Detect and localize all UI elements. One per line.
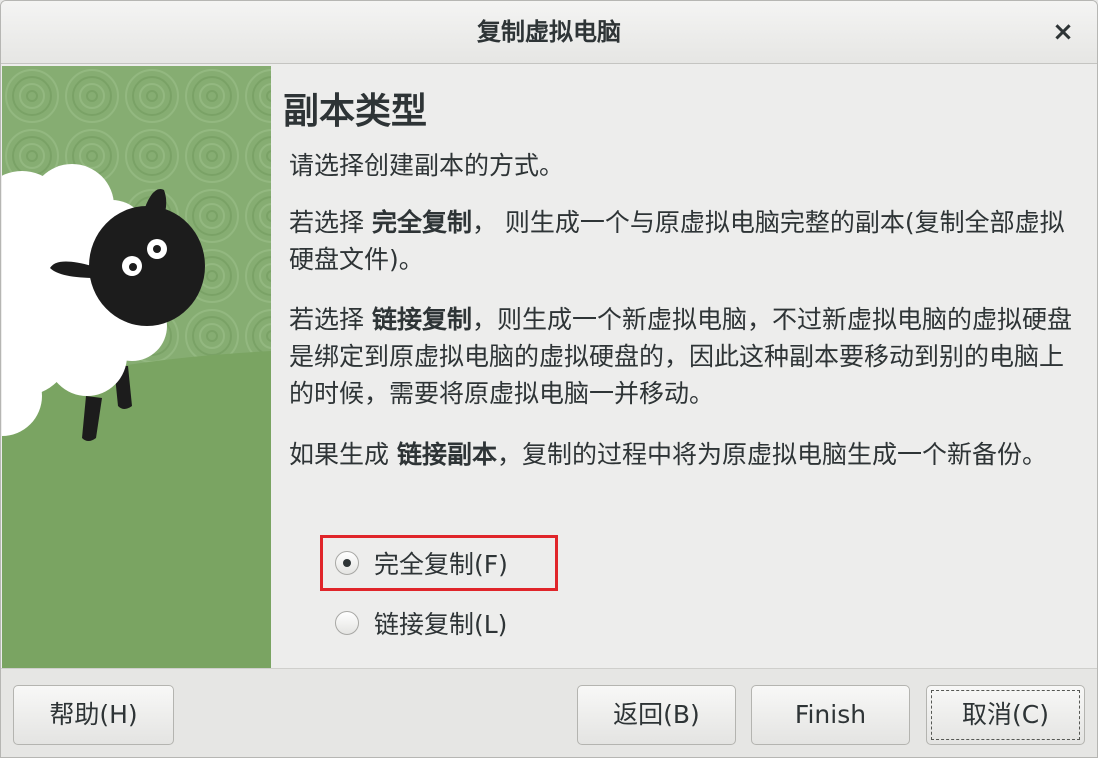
finish-button[interactable]: Finish bbox=[751, 685, 910, 745]
radio-checked-icon[interactable] bbox=[335, 551, 359, 575]
linked-clone-description: 若选择 链接复制，则生成一个新虚拟电脑，不过新虚拟电脑的虚拟硬盘是绑定到原虚拟电… bbox=[289, 301, 1079, 412]
dialog-title: 复制虚拟电脑 bbox=[477, 18, 621, 46]
intro-text: 请选择创建副本的方式。 bbox=[289, 151, 565, 180]
page-title: 副本类型 bbox=[283, 91, 428, 132]
sheep-illustration bbox=[2, 66, 271, 668]
linked-clone-prefix: 若选择 bbox=[289, 305, 372, 334]
close-button[interactable]: × bbox=[1047, 16, 1079, 48]
linked-clone-radio-label: 链接复制(L) bbox=[374, 610, 508, 639]
snapshot-note: 如果生成 链接副本，复制的过程中将为原虚拟电脑生成一个新备份。 bbox=[289, 436, 1079, 473]
title-bar: 复制虚拟电脑 × bbox=[1, 1, 1097, 64]
radio-unchecked-icon[interactable] bbox=[335, 611, 359, 635]
full-clone-radio[interactable]: 完全复制(F) bbox=[335, 545, 508, 581]
clone-vm-dialog: 复制虚拟电脑 × 副本类型 请选择创建副本的方式。 若选择 完全复制， 则生成一… bbox=[0, 0, 1098, 758]
snapshot-suffix: ，复制的过程中将为原虚拟电脑生成一个新备份。 bbox=[496, 440, 1047, 469]
cancel-button[interactable]: 取消(C) bbox=[926, 685, 1085, 745]
full-clone-description: 若选择 完全复制， 则生成一个与原虚拟电脑完整的副本(复制全部虚拟硬盘文件)。 bbox=[289, 204, 1079, 278]
full-clone-prefix: 若选择 bbox=[289, 208, 372, 237]
linked-clone-term: 链接复制 bbox=[371, 305, 472, 334]
dialog-button-bar: 帮助(H) 返回(B) Finish 取消(C) bbox=[1, 668, 1097, 757]
back-button[interactable]: 返回(B) bbox=[577, 685, 736, 745]
full-clone-radio-label: 完全复制(F) bbox=[374, 550, 508, 579]
snapshot-term: 链接副本 bbox=[396, 440, 497, 469]
snapshot-prefix: 如果生成 bbox=[289, 440, 397, 469]
close-icon: × bbox=[1052, 17, 1074, 47]
full-clone-term: 完全复制 bbox=[371, 208, 472, 237]
linked-clone-radio[interactable]: 链接复制(L) bbox=[335, 605, 507, 641]
help-button[interactable]: 帮助(H) bbox=[13, 685, 174, 745]
content-panel: 副本类型 请选择创建副本的方式。 若选择 完全复制， 则生成一个与原虚拟电脑完整… bbox=[273, 64, 1097, 668]
